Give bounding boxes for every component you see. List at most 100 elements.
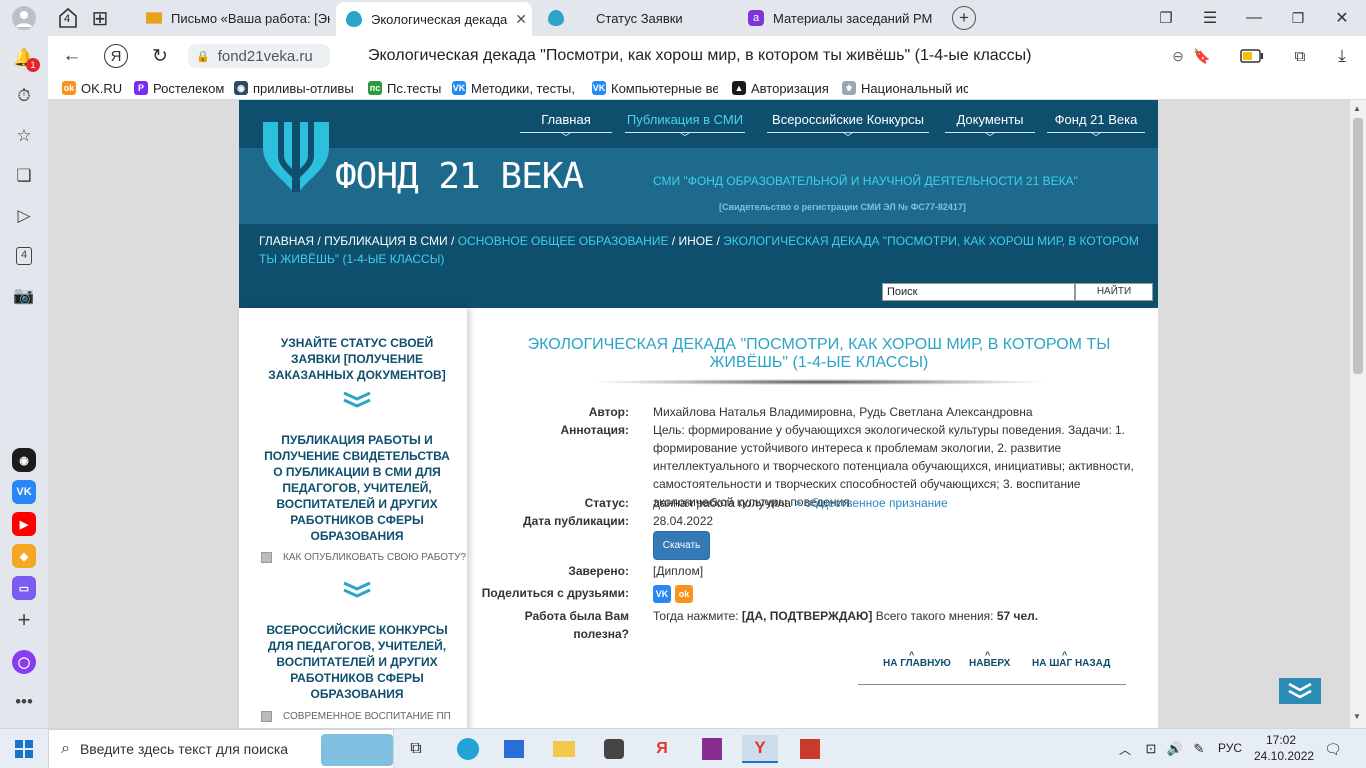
yandex-browser-taskbar-icon[interactable]: Y bbox=[742, 735, 778, 763]
close-tab-icon[interactable]: ✕ bbox=[515, 11, 527, 28]
powerpoint-icon[interactable] bbox=[792, 735, 828, 763]
crumb-publication[interactable]: ПУБЛИКАЦИЯ В СМИ bbox=[324, 234, 448, 248]
collections-icon[interactable]: ❐ bbox=[1156, 8, 1176, 28]
url-field[interactable]: 🔒 fond21veka.ru bbox=[188, 44, 330, 68]
bottom-nav-home[interactable]: ^ НА ГЛАВНУЮ bbox=[883, 650, 951, 669]
tray-network-icon[interactable]: ⊡ bbox=[1140, 735, 1162, 763]
publication-link[interactable]: ПУБЛИКАЦИЯ РАБОТЫ И ПОЛУЧЕНИЕ СВИДЕТЕЛЬС… bbox=[261, 432, 453, 544]
bookmark-computer[interactable]: VK Компьютерные ве bbox=[592, 79, 718, 97]
close-window-icon[interactable]: ✕ bbox=[1332, 8, 1352, 28]
bookmark-methods[interactable]: VK Методики, тесты, bbox=[452, 79, 576, 97]
yandex-taskbar-icon[interactable]: Я bbox=[644, 735, 680, 763]
alice-assistant-icon[interactable]: ◯ bbox=[12, 650, 36, 674]
windows-start-icon[interactable] bbox=[6, 735, 42, 763]
tab-materials[interactable]: a Материалы заседаний РМ bbox=[744, 4, 934, 32]
bookmark-rostelecom[interactable]: P Ростелеком bbox=[134, 79, 226, 97]
bookmark-national[interactable]: ⚜ Национальный ис bbox=[842, 79, 968, 97]
bookmark-okru[interactable]: ok OK.RU bbox=[62, 79, 128, 97]
notifications-center-icon[interactable]: 🗨 bbox=[1318, 735, 1348, 763]
yandex-icon[interactable]: Я bbox=[104, 44, 128, 68]
taskbar-search-field[interactable]: ⌕ Введите здесь текст для поиска bbox=[48, 729, 394, 768]
vk-app-icon[interactable]: VK bbox=[12, 480, 36, 504]
menu-icon[interactable]: ☰ bbox=[1200, 8, 1220, 28]
clock-date[interactable]: 24.10.2022 bbox=[1254, 749, 1314, 763]
pdf-icon[interactable] bbox=[694, 735, 730, 763]
status-request-link[interactable]: УЗНАЙТЕ СТАТУС СВОЕЙ ЗАЯВКИ [ПОЛУЧЕНИЕ З… bbox=[261, 335, 453, 383]
site-logo[interactable]: ФОНД 21 ВЕКА bbox=[259, 118, 584, 200]
counter-icon[interactable]: 4 bbox=[12, 244, 36, 268]
new-tab-group-icon[interactable]: ⊞ bbox=[88, 6, 112, 30]
search-button[interactable]: НАЙТИ bbox=[1075, 283, 1153, 301]
tray-volume-icon[interactable]: 🔊 bbox=[1164, 735, 1186, 763]
restore-icon[interactable]: ❐ bbox=[1288, 8, 1308, 28]
nav-contests[interactable]: Всероссийские Конкурсы ﹀ bbox=[767, 108, 929, 146]
clock-time[interactable]: 17:02 bbox=[1266, 733, 1296, 747]
task-view-icon[interactable]: ⧉ bbox=[398, 735, 434, 763]
crumb-sep: / bbox=[668, 234, 679, 248]
tray-pen-icon[interactable]: ✎ bbox=[1188, 735, 1210, 763]
modern-education-link[interactable]: СОВРЕМЕННОЕ ВОСПИТАНИЕ ПП bbox=[261, 711, 451, 722]
date-label: Дата публикации: bbox=[523, 514, 629, 528]
status-link[interactable]: > общественное признание bbox=[794, 496, 947, 510]
minimize-icon[interactable]: — bbox=[1244, 8, 1264, 28]
explorer-icon[interactable] bbox=[546, 735, 582, 763]
reload-icon[interactable]: ↻ bbox=[148, 44, 172, 68]
tabs-counter-button[interactable]: 4 bbox=[56, 6, 80, 30]
screenshot-icon[interactable]: 📷 bbox=[12, 284, 36, 308]
store-icon[interactable] bbox=[496, 735, 532, 763]
confirm-link[interactable]: [ДА, ПОДТВЕРЖДАЮ] bbox=[742, 609, 873, 623]
browser-tab-bar: 4 ⊞ Письмо «Ваша работа: [Эк Экологическ… bbox=[0, 0, 1366, 36]
bookmark-tides[interactable]: ◉ приливы-отливы bbox=[234, 79, 362, 97]
market-app-icon[interactable]: ◆ bbox=[12, 544, 36, 568]
more-icon[interactable]: ••• bbox=[12, 690, 36, 714]
add-app-icon[interactable]: + bbox=[12, 607, 36, 632]
tab-status[interactable]: Статус Заявки bbox=[544, 4, 734, 32]
calculator-icon[interactable] bbox=[596, 735, 632, 763]
scroll-up-arrow-icon[interactable]: ▲ bbox=[1353, 104, 1361, 113]
scrollbar-thumb[interactable] bbox=[1353, 118, 1363, 374]
contests-link[interactable]: ВСЕРОССИЙСКИЕ КОНКУРСЫ ДЛЯ ПЕДАГОГОВ, УЧ… bbox=[261, 622, 453, 702]
bookmark-pstests[interactable]: пс Пс.тесты bbox=[368, 79, 444, 97]
bookmark-auth[interactable]: ▲ Авторизация bbox=[732, 79, 832, 97]
alice-app-icon[interactable]: ◉ bbox=[12, 448, 36, 472]
collections-side-icon[interactable]: ❏ bbox=[12, 164, 36, 188]
certified-value[interactable]: [Диплом] bbox=[653, 562, 1149, 580]
search-input[interactable]: Поиск bbox=[882, 283, 1075, 301]
crumb-basic[interactable]: ОСНОВНОЕ ОБЩЕЕ ОБРАЗОВАНИЕ bbox=[458, 234, 669, 248]
bookmarks-icon[interactable]: ☆ bbox=[12, 124, 36, 148]
back-arrow-icon[interactable]: ← bbox=[60, 44, 84, 68]
browser-sidebar: 🔔 1 ⏱ ☆ ❏ ▷ 4 📷 ◉ VK ▶ ◆ ▭ + ◯ ••• bbox=[0, 36, 48, 728]
page-scrollbar[interactable]: ▲ ▼ bbox=[1350, 100, 1366, 728]
ok-share-icon[interactable]: ok bbox=[675, 585, 693, 603]
extensions-icon[interactable]: ⧉ bbox=[1290, 46, 1310, 66]
tray-chevron-up-icon[interactable]: ︿ bbox=[1114, 735, 1136, 763]
youtube-app-icon[interactable]: ▶ bbox=[12, 512, 36, 536]
bookmark-icon[interactable]: 🔖 bbox=[1192, 46, 1212, 66]
nav-publication[interactable]: Публикация в СМИ ﹀ bbox=[625, 108, 745, 146]
history-icon[interactable]: ⏱ bbox=[12, 84, 36, 108]
tab-active[interactable]: Экологическая декада ✕ bbox=[336, 2, 532, 36]
messenger-app-icon[interactable]: ▭ bbox=[12, 576, 36, 600]
profile-avatar[interactable] bbox=[12, 6, 36, 30]
chevron-down-icon: ﹀ bbox=[680, 133, 690, 144]
language-indicator[interactable]: РУС bbox=[1218, 741, 1242, 755]
tab-mail[interactable]: Письмо «Ваша работа: [Эк bbox=[140, 4, 330, 32]
battery-icon[interactable] bbox=[1238, 46, 1266, 66]
nav-fond[interactable]: Фонд 21 Века ﹀ bbox=[1047, 108, 1145, 146]
play-icon[interactable]: ▷ bbox=[12, 204, 36, 228]
translate-icon[interactable]: ⊖ bbox=[1168, 46, 1188, 66]
bottom-nav-top[interactable]: ^ НАВЕРХ bbox=[969, 650, 1010, 669]
scroll-down-button[interactable] bbox=[1279, 678, 1321, 704]
bottom-nav-back[interactable]: ^ НА ШАГ НАЗАД bbox=[1032, 650, 1110, 669]
notifications-icon[interactable]: 🔔 1 bbox=[12, 46, 40, 72]
edge-icon[interactable] bbox=[450, 735, 486, 763]
download-icon[interactable]: ⤓ bbox=[1332, 46, 1352, 66]
download-button[interactable]: Скачать bbox=[653, 531, 710, 560]
how-to-publish-link[interactable]: КАК ОПУБЛИКОВАТЬ СВОЮ РАБОТУ? bbox=[261, 552, 466, 563]
crumb-home[interactable]: ГЛАВНАЯ bbox=[259, 234, 314, 248]
new-tab-button[interactable]: + bbox=[952, 6, 976, 30]
vk-share-icon[interactable]: VK bbox=[653, 585, 671, 603]
nav-documents[interactable]: Документы ﹀ bbox=[945, 108, 1035, 146]
crumb-other[interactable]: ИНОЕ bbox=[678, 234, 713, 248]
scroll-down-arrow-icon[interactable]: ▼ bbox=[1353, 712, 1361, 721]
